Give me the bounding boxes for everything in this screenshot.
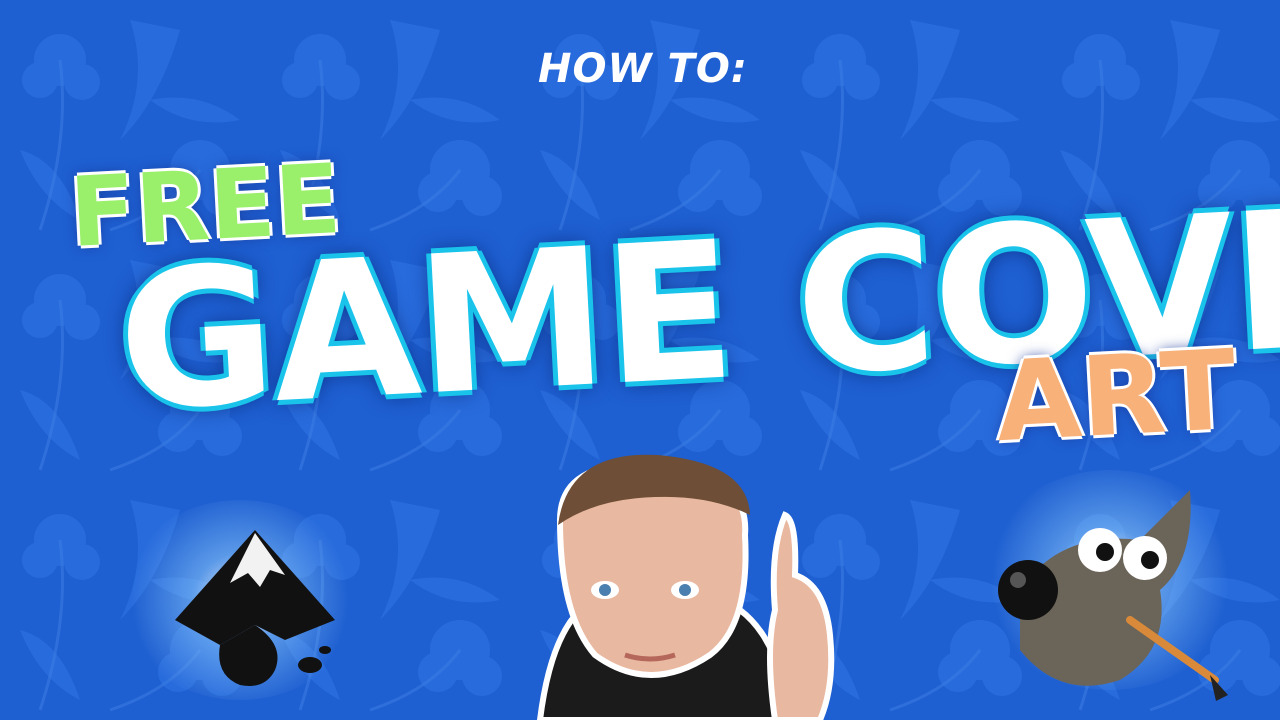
kicker-text: HOW TO: (538, 46, 748, 92)
title-art: ART (992, 325, 1240, 467)
gimp-wilber-logo-icon (998, 490, 1228, 701)
presenter-photo (536, 454, 835, 720)
inkscape-logo-icon (175, 530, 335, 686)
